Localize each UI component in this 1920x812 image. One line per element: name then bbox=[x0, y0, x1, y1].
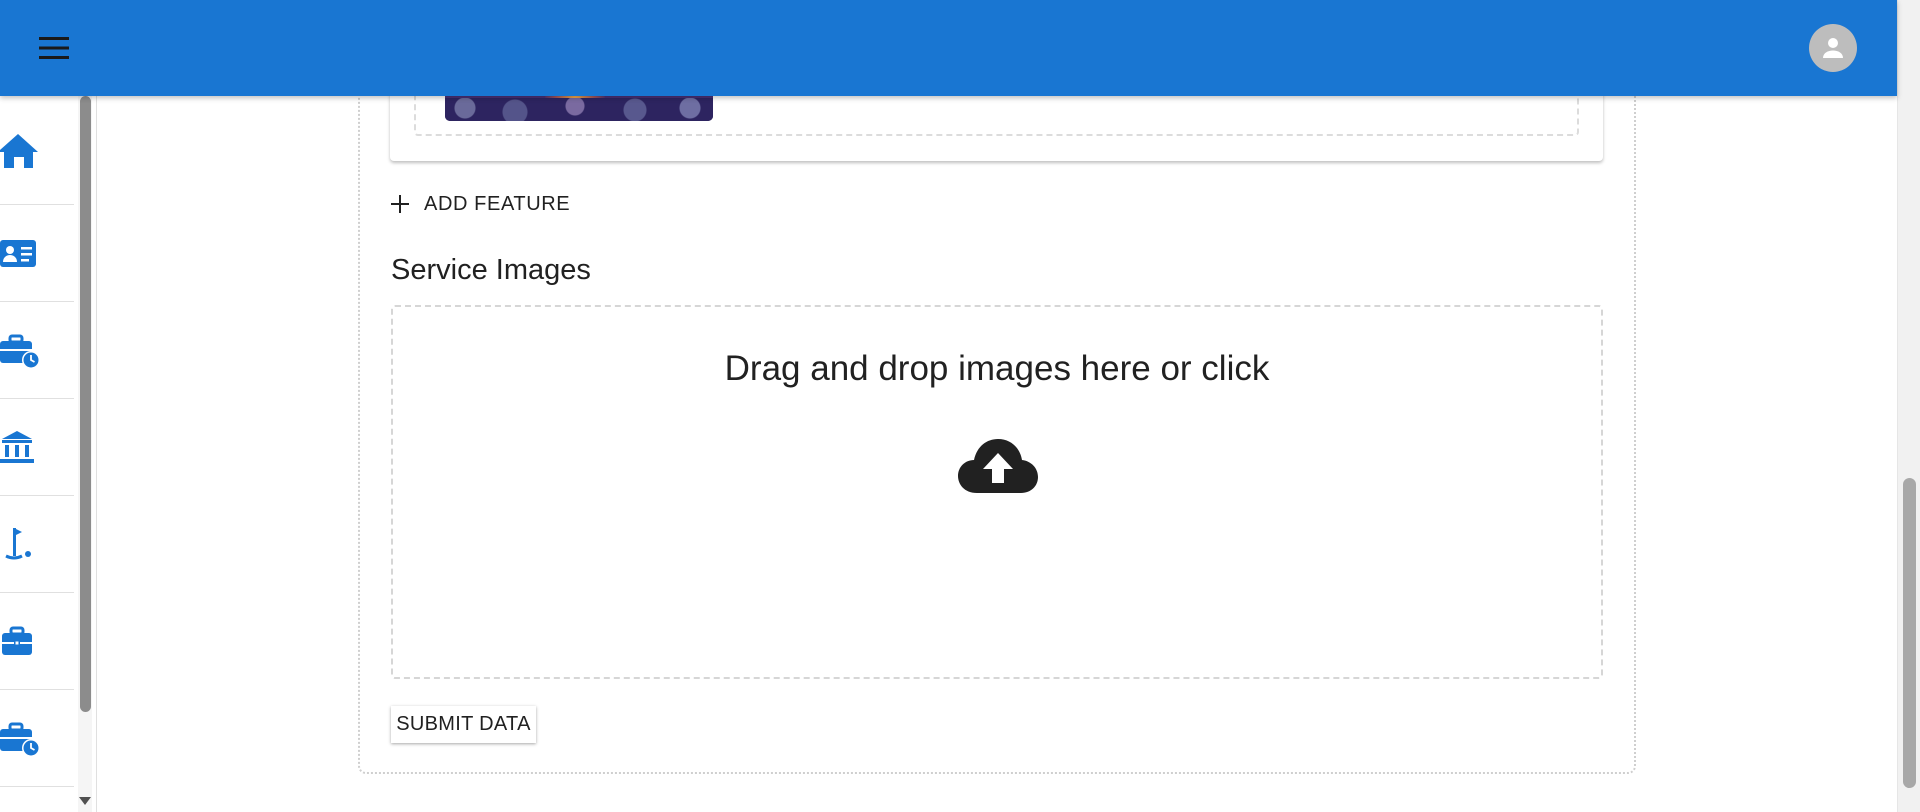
sidebar-item-bank[interactable] bbox=[0, 399, 74, 496]
cloud-upload-icon bbox=[958, 439, 1038, 493]
home-icon bbox=[0, 134, 38, 168]
sidebar-scrollbar-thumb[interactable] bbox=[80, 96, 91, 712]
user-avatar-button[interactable] bbox=[1809, 24, 1857, 72]
sidebar bbox=[0, 96, 97, 812]
submit-data-button[interactable]: SUBMIT DATA bbox=[391, 706, 536, 743]
sidebar-scrollbar[interactable] bbox=[78, 96, 92, 812]
service-images-dropzone[interactable]: Drag and drop images here or click bbox=[391, 305, 1603, 679]
sidebar-item-work-history-2[interactable] bbox=[0, 690, 74, 787]
sidebar-item-work-history[interactable] bbox=[0, 302, 74, 399]
person-icon bbox=[1823, 38, 1843, 58]
arrow-down-icon bbox=[79, 797, 91, 805]
page-scrollbar-thumb[interactable] bbox=[1903, 478, 1916, 788]
dropzone-text: Drag and drop images here or click bbox=[724, 349, 1270, 388]
sidebar-scroll-down-arrow[interactable] bbox=[78, 794, 92, 808]
thumbnail-rocks bbox=[445, 98, 713, 121]
add-feature-button[interactable]: ADD FEATURE bbox=[384, 186, 576, 222]
work-history-icon bbox=[0, 722, 40, 757]
sidebar-item-contacts[interactable] bbox=[0, 205, 74, 302]
menu-button[interactable] bbox=[30, 24, 78, 72]
plus-icon bbox=[391, 195, 409, 213]
sidebar-item-golf[interactable] bbox=[0, 496, 74, 593]
sidebar-nav bbox=[0, 96, 74, 787]
contact-card-icon bbox=[0, 240, 36, 267]
add-feature-label: ADD FEATURE bbox=[424, 192, 571, 215]
work-history-icon bbox=[0, 334, 40, 369]
sidebar-item-home[interactable] bbox=[0, 96, 74, 205]
app-bar bbox=[0, 0, 1897, 96]
briefcase-icon bbox=[2, 626, 32, 655]
bank-icon bbox=[0, 431, 34, 463]
page-scrollbar[interactable] bbox=[1897, 0, 1920, 812]
sidebar-item-business[interactable] bbox=[0, 593, 74, 690]
menu-icon bbox=[39, 37, 69, 59]
service-images-title: Service Images bbox=[391, 254, 591, 286]
golf-icon bbox=[5, 528, 31, 560]
